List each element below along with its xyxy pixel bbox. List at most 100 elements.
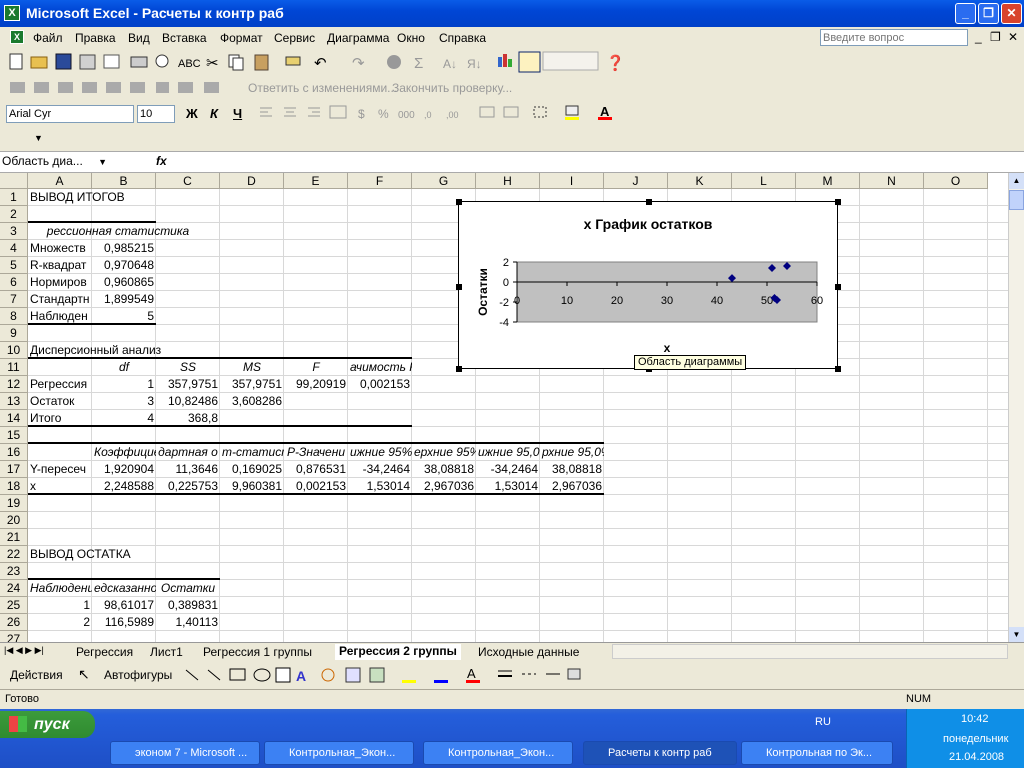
font-color-icon[interactable]: A xyxy=(466,666,480,683)
cell-c25[interactable]: 0,389831 xyxy=(156,597,220,614)
sheet-tab[interactable]: Регрессия xyxy=(76,645,133,659)
cell-b13[interactable]: 3 xyxy=(92,393,156,410)
line-icon[interactable] xyxy=(185,669,199,681)
cell-b6[interactable]: 0,960865 xyxy=(92,274,156,291)
toolbar-options-icon[interactable]: ▼ xyxy=(34,133,43,143)
menu-help[interactable]: Справка xyxy=(439,31,486,45)
column-header[interactable]: B xyxy=(92,173,156,189)
font-color-icon[interactable]: A xyxy=(598,104,612,120)
doc-restore-icon[interactable]: ❐ xyxy=(990,30,1001,44)
column-header[interactable]: E xyxy=(284,173,348,189)
email-icon[interactable] xyxy=(103,54,120,69)
row-header[interactable]: 13 xyxy=(0,393,28,410)
fill-color-icon[interactable] xyxy=(402,680,416,683)
cell-c24[interactable]: Остатки xyxy=(156,580,220,597)
taskbar-item[interactable]: эконом 7 - Microsoft ... xyxy=(110,741,260,765)
row-header[interactable]: 16 xyxy=(0,444,28,461)
cell-b7[interactable]: 1,899549 xyxy=(92,291,156,308)
selection-handle[interactable] xyxy=(835,284,841,290)
hyperlink-icon[interactable] xyxy=(387,55,401,69)
drawing-toggle-icon[interactable] xyxy=(518,51,541,73)
cell-a1[interactable]: ВЫВОД ИТОГОВ xyxy=(28,189,228,206)
select-objects-icon[interactable]: ↖ xyxy=(78,666,90,683)
cell-b16[interactable]: Коэффициен xyxy=(92,444,156,461)
column-header[interactable]: K xyxy=(668,173,732,189)
format-painter-icon[interactable] xyxy=(285,56,301,66)
cell-a22[interactable]: ВЫВОД ОСТАТКА xyxy=(28,546,228,563)
print-icon[interactable] xyxy=(130,56,148,68)
row-header[interactable]: 14 xyxy=(0,410,28,427)
fill-color-icon[interactable] xyxy=(565,105,579,120)
align-center-icon[interactable] xyxy=(284,107,296,117)
help-search-input[interactable] xyxy=(820,29,968,46)
increase-indent-icon[interactable] xyxy=(503,106,519,118)
row-header[interactable]: 7 xyxy=(0,291,28,308)
residual-chart[interactable]: x График остатков20-2-40 10 20 30 40 50 60xОст… xyxy=(459,202,837,368)
row-header[interactable]: 20 xyxy=(0,512,28,529)
chart-area[interactable]: x График остатков 2 0 -2 -4 0 10 20 30 40 50 60 x Ост… xyxy=(456,199,841,372)
sheet-tab-active[interactable]: Регрессия 2 группы xyxy=(335,644,461,660)
line-color-icon[interactable] xyxy=(434,680,448,683)
clock-time[interactable]: 10:42 xyxy=(961,713,989,725)
zoom-select[interactable] xyxy=(542,51,599,71)
cell-f17[interactable]: -34,2464 xyxy=(348,461,412,478)
row-header[interactable]: 9 xyxy=(0,325,28,342)
row-header[interactable]: 6 xyxy=(0,274,28,291)
row-header[interactable]: 5 xyxy=(0,257,28,274)
menu-window[interactable]: Окно xyxy=(397,31,425,45)
decrease-indent-icon[interactable] xyxy=(479,106,495,118)
bold-button[interactable]: Ж xyxy=(186,106,198,121)
help-icon[interactable]: ❓ xyxy=(606,54,625,72)
taskbar-item-active[interactable]: Расчеты к контр раб xyxy=(583,741,737,765)
cell-a12[interactable]: Регрессия xyxy=(28,376,92,393)
chart-wizard-icon[interactable] xyxy=(498,54,512,67)
autosum-icon[interactable]: Σ xyxy=(414,55,423,72)
vertical-scrollbar[interactable]: ▲ ▼ xyxy=(1008,173,1024,642)
taskbar-item[interactable]: Контрольная_Экон... xyxy=(423,741,573,765)
cell-a6[interactable]: Нормиров xyxy=(28,274,92,291)
selection-handle[interactable] xyxy=(456,284,462,290)
cell-c16[interactable]: дартная о xyxy=(156,444,220,461)
menu-edit[interactable]: Правка xyxy=(75,31,116,45)
scroll-thumb[interactable] xyxy=(1009,190,1024,210)
taskbar-item[interactable]: Контрольная по Эк... xyxy=(741,741,893,765)
column-header[interactable]: J xyxy=(604,173,668,189)
cell-b5[interactable]: 0,970648 xyxy=(92,257,156,274)
print-preview-icon[interactable] xyxy=(155,54,169,68)
textbox-icon[interactable] xyxy=(275,667,291,683)
column-header[interactable]: C xyxy=(156,173,220,189)
cell-h16[interactable]: ижние 95,0% xyxy=(476,444,540,461)
cell-a5[interactable]: R-квадрат xyxy=(28,257,92,274)
end-review-button[interactable]: Закончить проверку... xyxy=(392,81,512,95)
arrow-icon[interactable] xyxy=(207,669,221,681)
column-header[interactable]: M xyxy=(796,173,860,189)
cell-g16[interactable]: ерхние 95% xyxy=(412,444,476,461)
sheet-tab[interactable]: Регрессия 1 группы xyxy=(203,645,312,659)
row-header[interactable]: 8 xyxy=(0,308,28,325)
first-sheet-icon[interactable]: |◀ ◀ ▶ ▶| xyxy=(4,645,44,656)
sort-descending-icon[interactable]: Я↓ xyxy=(467,57,482,71)
formula-input[interactable] xyxy=(176,153,1016,171)
cell-i17[interactable]: 38,08818 xyxy=(540,461,604,478)
borders-icon[interactable] xyxy=(533,106,547,118)
font-name-select[interactable] xyxy=(6,105,134,123)
cell-e17[interactable]: 0,876531 xyxy=(284,461,348,478)
sort-ascending-icon[interactable]: A↓ xyxy=(443,57,457,71)
column-header[interactable]: O xyxy=(924,173,988,189)
fx-icon[interactable]: fx xyxy=(156,154,167,168)
taskbar-item[interactable]: Контрольная_Экон... xyxy=(264,741,414,765)
menu-file[interactable]: Файл xyxy=(33,31,63,45)
cell-a24[interactable]: Наблюдение xyxy=(28,580,92,597)
cell-c11[interactable]: SS xyxy=(156,359,220,376)
menu-view[interactable]: Вид xyxy=(128,31,150,45)
autoshapes-menu[interactable]: Автофигуры xyxy=(104,668,172,682)
row-header[interactable]: 24 xyxy=(0,580,28,597)
cell-a3[interactable]: рессионная статистика xyxy=(28,223,208,240)
doc-minimize-icon[interactable]: _ xyxy=(975,30,982,44)
cell-e11[interactable]: F xyxy=(284,359,348,376)
wordart-icon[interactable]: A xyxy=(296,668,306,684)
cell-f16[interactable]: ижние 95% xyxy=(348,444,412,461)
column-header[interactable]: I xyxy=(540,173,604,189)
row-header[interactable]: 10 xyxy=(0,342,28,359)
column-header[interactable]: G xyxy=(412,173,476,189)
